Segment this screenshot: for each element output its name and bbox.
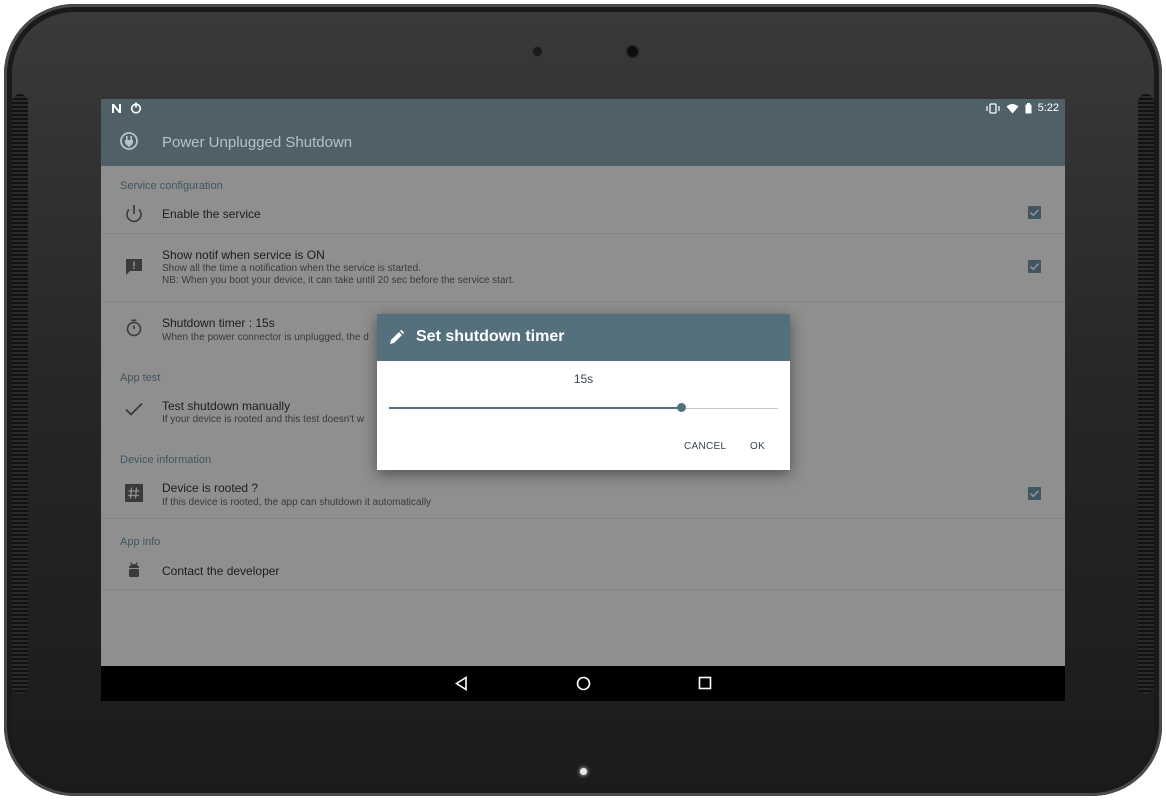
pref-title: Shutdown timer : 15s [162, 316, 275, 330]
pref-enable-service[interactable]: Enable the service [101, 195, 1065, 234]
slider-thumb[interactable] [676, 403, 686, 412]
speaker-grille-left [12, 94, 28, 694]
battery-icon [1025, 102, 1032, 113]
section-title-app-info: App info [120, 536, 161, 548]
ok-button[interactable]: OK [750, 441, 765, 452]
section-title-device-information: Device information [120, 454, 212, 466]
checkbox-enable-service[interactable] [1028, 206, 1041, 219]
pref-summary: If this device is rooted, the app can sh… [162, 497, 432, 508]
pref-show-notif[interactable]: Show notif when service is ON Show all t… [101, 234, 1065, 302]
vibrate-icon [985, 102, 1000, 114]
slider-fill [389, 407, 681, 409]
check-icon [125, 402, 143, 416]
cancel-button[interactable]: CANCEL [684, 441, 726, 452]
speaker-grille-right [1138, 94, 1154, 694]
recents-icon[interactable] [698, 676, 712, 690]
power-plug-icon [120, 132, 138, 150]
pref-title: Device is rooted ? [162, 481, 259, 495]
android-icon [129, 562, 139, 577]
check-mark-icon [1029, 490, 1040, 498]
checkbox-device-rooted[interactable] [1028, 487, 1041, 500]
timer-slider[interactable] [389, 403, 778, 412]
pencil-icon [390, 329, 405, 344]
notification-n-icon [112, 103, 121, 113]
status-bar: 5:22 [101, 99, 1065, 119]
pref-title: Enable the service [162, 207, 261, 221]
power-icon [130, 102, 142, 114]
front-camera [627, 46, 638, 57]
power-button-icon [126, 205, 142, 223]
home-icon[interactable] [576, 676, 591, 691]
hash-icon [125, 484, 143, 502]
pref-device-rooted[interactable]: Device is rooted ? If this device is roo… [101, 470, 1065, 519]
status-time: 5:22 [1037, 102, 1059, 114]
timer-icon [126, 319, 142, 337]
pref-summary: NB: When you boot your device, it can ta… [162, 275, 515, 286]
app-title: Power Unplugged Shutdown [162, 134, 353, 151]
section-title-app-test: App test [120, 372, 161, 384]
pref-summary: If your device is rooted and this test d… [162, 414, 365, 425]
checkbox-show-notif[interactable] [1028, 260, 1041, 273]
dialog-title: Set shutdown timer [416, 328, 565, 345]
notification-led [580, 768, 587, 775]
pref-title: Contact the developer [162, 564, 280, 578]
wifi-icon [1006, 103, 1019, 113]
dialog-header: Set shutdown timer [377, 314, 790, 361]
feedback-icon [126, 259, 142, 275]
pref-title: Show notif when service is ON [162, 248, 325, 262]
navigation-bar [101, 666, 1065, 701]
pref-summary: Show all the time a notification when th… [162, 263, 422, 274]
shutdown-timer-dialog: Set shutdown timer 15s CANCEL OK [377, 314, 790, 470]
timer-value-label: 15s [573, 372, 594, 386]
pref-title: Test shutdown manually [162, 399, 291, 413]
back-icon[interactable] [454, 676, 469, 691]
check-mark-icon [1029, 209, 1040, 217]
check-mark-icon [1029, 263, 1040, 271]
sensor-dot [533, 47, 542, 56]
section-title-service-configuration: Service configuration [120, 180, 223, 192]
app-bar: Power Unplugged Shutdown [101, 119, 1065, 166]
pref-summary: When the power connector is unplugged, t… [162, 332, 369, 343]
pref-contact-developer[interactable]: Contact the developer [101, 553, 1065, 590]
